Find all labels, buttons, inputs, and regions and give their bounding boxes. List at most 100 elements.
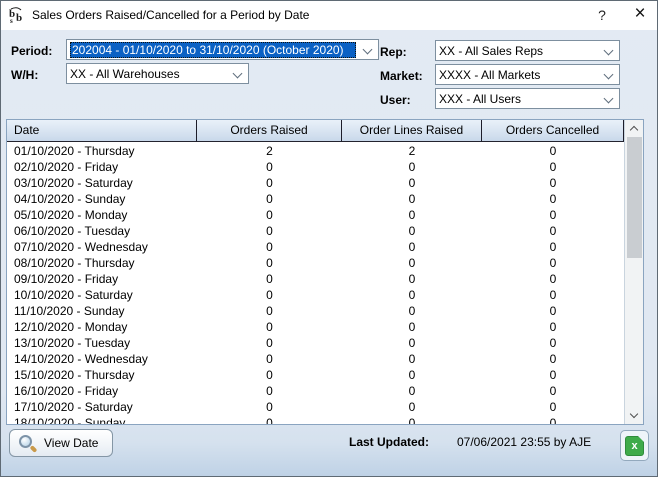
user-select[interactable]: XXX - All Users <box>435 88 620 109</box>
table-row[interactable]: 07/10/2020 - Wednesday 0 0 0 <box>7 239 624 255</box>
row-date: 07/10/2020 - Wednesday <box>7 239 197 255</box>
user-label: User: <box>380 93 411 107</box>
row-date: 10/10/2020 - Saturday <box>7 287 197 303</box>
row-date: 14/10/2020 - Wednesday <box>7 351 197 367</box>
rep-select[interactable]: XX - All Sales Reps <box>435 40 620 61</box>
help-button[interactable]: ? <box>589 1 615 29</box>
row-orders-cancelled: 0 <box>482 223 624 239</box>
row-orders-raised: 0 <box>197 335 342 351</box>
row-order-lines-raised: 0 <box>342 335 482 351</box>
scroll-up-button[interactable] <box>625 120 644 137</box>
row-order-lines-raised: 0 <box>342 367 482 383</box>
row-order-lines-raised: 2 <box>342 143 482 159</box>
vertical-scrollbar[interactable] <box>624 120 643 424</box>
row-orders-cancelled: 0 <box>482 399 624 415</box>
row-orders-cancelled: 0 <box>482 383 624 399</box>
row-orders-cancelled: 0 <box>482 175 624 191</box>
row-date: 17/10/2020 - Saturday <box>7 399 197 415</box>
excel-export-button[interactable]: x <box>620 430 649 461</box>
column-header-orders-cancelled[interactable]: Orders Cancelled <box>482 120 624 142</box>
row-date: 05/10/2020 - Monday <box>7 207 197 223</box>
row-order-lines-raised: 0 <box>342 303 482 319</box>
row-orders-raised: 0 <box>197 351 342 367</box>
table-row[interactable]: 18/10/2020 - Sunday 0 0 0 <box>7 415 624 424</box>
row-orders-raised: 0 <box>197 191 342 207</box>
row-date: 04/10/2020 - Sunday <box>7 191 197 207</box>
table-row[interactable]: 11/10/2020 - Sunday 0 0 0 <box>7 303 624 319</box>
table-row[interactable]: 17/10/2020 - Saturday 0 0 0 <box>7 399 624 415</box>
market-select[interactable]: XXXX - All Markets <box>435 64 620 85</box>
table-row[interactable]: 10/10/2020 - Saturday 0 0 0 <box>7 287 624 303</box>
row-date: 01/10/2020 - Thursday <box>7 143 197 159</box>
chevron-down-icon <box>630 410 638 418</box>
row-date: 08/10/2020 - Thursday <box>7 255 197 271</box>
row-orders-cancelled: 0 <box>482 287 624 303</box>
row-orders-cancelled: 0 <box>482 255 624 271</box>
table-row[interactable]: 01/10/2020 - Thursday 2 2 0 <box>7 143 624 159</box>
row-orders-raised: 0 <box>197 175 342 191</box>
row-order-lines-raised: 0 <box>342 351 482 367</box>
row-date: 13/10/2020 - Tuesday <box>7 335 197 351</box>
scrollbar-thumb[interactable] <box>627 137 642 258</box>
table-row[interactable]: 14/10/2020 - Wednesday 0 0 0 <box>7 351 624 367</box>
column-header-orders-raised[interactable]: Orders Raised <box>197 120 342 142</box>
table-row[interactable]: 05/10/2020 - Monday 0 0 0 <box>7 207 624 223</box>
chevron-down-icon <box>604 94 614 104</box>
row-order-lines-raised: 0 <box>342 271 482 287</box>
row-date: 06/10/2020 - Tuesday <box>7 223 197 239</box>
warehouse-select[interactable]: XX - All Warehouses <box>66 63 249 84</box>
row-orders-cancelled: 0 <box>482 335 624 351</box>
row-orders-cancelled: 0 <box>482 319 624 335</box>
row-orders-raised: 0 <box>197 207 342 223</box>
app-logo-icon: b b s <box>8 6 26 24</box>
row-order-lines-raised: 0 <box>342 239 482 255</box>
row-orders-raised: 0 <box>197 255 342 271</box>
period-select[interactable]: 202004 - 01/10/2020 to 31/10/2020 (Octob… <box>66 39 379 60</box>
row-orders-cancelled: 0 <box>482 207 624 223</box>
table-row[interactable]: 13/10/2020 - Tuesday 0 0 0 <box>7 335 624 351</box>
table-header: Date Orders Raised Order Lines Raised Or… <box>7 120 624 142</box>
chevron-down-icon <box>604 70 614 80</box>
market-label: Market: <box>380 69 423 83</box>
row-order-lines-raised: 0 <box>342 159 482 175</box>
warehouse-label: W/H: <box>11 68 38 82</box>
row-order-lines-raised: 0 <box>342 383 482 399</box>
row-orders-raised: 0 <box>197 383 342 399</box>
table-row[interactable]: 06/10/2020 - Tuesday 0 0 0 <box>7 223 624 239</box>
view-date-label: View Date <box>44 436 98 450</box>
row-order-lines-raised: 0 <box>342 319 482 335</box>
row-orders-cancelled: 0 <box>482 351 624 367</box>
row-order-lines-raised: 0 <box>342 175 482 191</box>
table-row[interactable]: 04/10/2020 - Sunday 0 0 0 <box>7 191 624 207</box>
last-updated-value: 07/06/2021 23:55 by AJE <box>457 435 591 449</box>
svg-text:s: s <box>10 17 13 24</box>
table-row[interactable]: 03/10/2020 - Saturday 0 0 0 <box>7 175 624 191</box>
table-row[interactable]: 02/10/2020 - Friday 0 0 0 <box>7 159 624 175</box>
column-header-date[interactable]: Date <box>7 120 197 142</box>
row-orders-raised: 0 <box>197 415 342 424</box>
row-orders-raised: 0 <box>197 303 342 319</box>
chevron-up-icon <box>630 126 638 134</box>
period-value: 202004 - 01/10/2020 to 31/10/2020 (Octob… <box>70 42 356 58</box>
row-orders-cancelled: 0 <box>482 143 624 159</box>
scroll-down-button[interactable] <box>625 407 644 424</box>
table-row[interactable]: 15/10/2020 - Thursday 0 0 0 <box>7 367 624 383</box>
column-header-order-lines-raised[interactable]: Order Lines Raised <box>342 120 482 142</box>
chevron-down-icon <box>363 45 373 55</box>
table-row[interactable]: 16/10/2020 - Friday 0 0 0 <box>7 383 624 399</box>
row-order-lines-raised: 0 <box>342 287 482 303</box>
row-date: 12/10/2020 - Monday <box>7 319 197 335</box>
row-orders-raised: 0 <box>197 287 342 303</box>
table-row[interactable]: 09/10/2020 - Friday 0 0 0 <box>7 271 624 287</box>
table-row[interactable]: 12/10/2020 - Monday 0 0 0 <box>7 319 624 335</box>
table-body: 01/10/2020 - Thursday 2 2 0 02/10/2020 -… <box>7 143 624 424</box>
row-orders-cancelled: 0 <box>482 191 624 207</box>
row-order-lines-raised: 0 <box>342 255 482 271</box>
close-button[interactable]: × <box>625 1 655 29</box>
table-row[interactable]: 08/10/2020 - Thursday 0 0 0 <box>7 255 624 271</box>
row-orders-raised: 0 <box>197 271 342 287</box>
view-date-button[interactable]: View Date <box>9 429 113 457</box>
row-date: 09/10/2020 - Friday <box>7 271 197 287</box>
row-orders-raised: 0 <box>197 367 342 383</box>
row-orders-cancelled: 0 <box>482 239 624 255</box>
